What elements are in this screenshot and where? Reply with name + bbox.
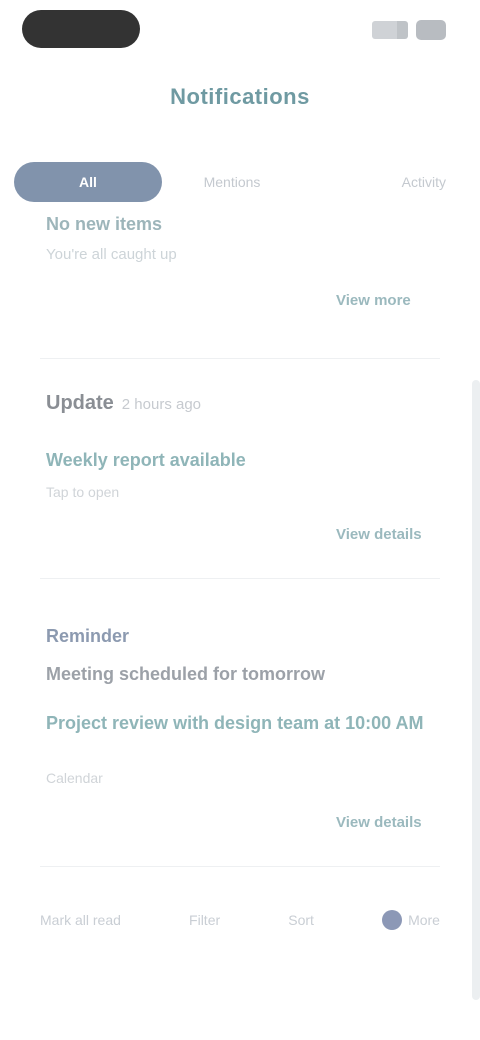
divider <box>40 578 440 579</box>
divider <box>40 866 440 867</box>
divider <box>40 358 440 359</box>
battery-icon <box>416 20 446 40</box>
tab-bar: All Mentions Activity <box>14 160 466 204</box>
card-title: Update 2 hours ago <box>46 392 201 415</box>
tab-mentions[interactable]: Mentions <box>162 162 302 202</box>
filter-button[interactable]: Filter <box>189 912 220 928</box>
page-title: Notifications <box>170 84 310 109</box>
card-headline: Meeting scheduled for tomorrow <box>46 664 326 684</box>
status-icons <box>372 20 446 40</box>
card-caption: Calendar <box>46 770 103 786</box>
mark-all-read-button[interactable]: Mark all read <box>40 912 121 928</box>
section-subtitle: No new items <box>46 214 163 234</box>
view-details-link[interactable]: View details <box>336 814 422 831</box>
tab-activity[interactable]: Activity <box>302 162 466 202</box>
sort-button[interactable]: Sort <box>288 912 314 928</box>
card-caption: Tap to open <box>46 484 120 500</box>
status-bar <box>0 0 480 64</box>
tab-all[interactable]: All <box>14 162 162 202</box>
more-button[interactable]: More <box>382 910 440 930</box>
card-body[interactable]: Project review with design team at 10:00… <box>46 708 436 738</box>
signal-icon <box>372 21 408 39</box>
more-label: More <box>408 912 440 928</box>
user-icon <box>382 910 403 930</box>
view-more-link[interactable]: View more <box>336 292 411 309</box>
scrollbar[interactable] <box>472 380 480 1000</box>
card-title-text: Update <box>46 392 114 414</box>
card-tag: Reminder <box>46 626 130 646</box>
bottom-action-bar: Mark all read Filter Sort More <box>40 900 440 940</box>
card-headline[interactable]: Weekly report available <box>46 450 246 471</box>
view-details-link[interactable]: View details <box>336 526 422 543</box>
camera-pill <box>22 10 140 48</box>
section-note: You're all caught up <box>46 246 177 263</box>
card-timestamp: 2 hours ago <box>121 396 202 413</box>
